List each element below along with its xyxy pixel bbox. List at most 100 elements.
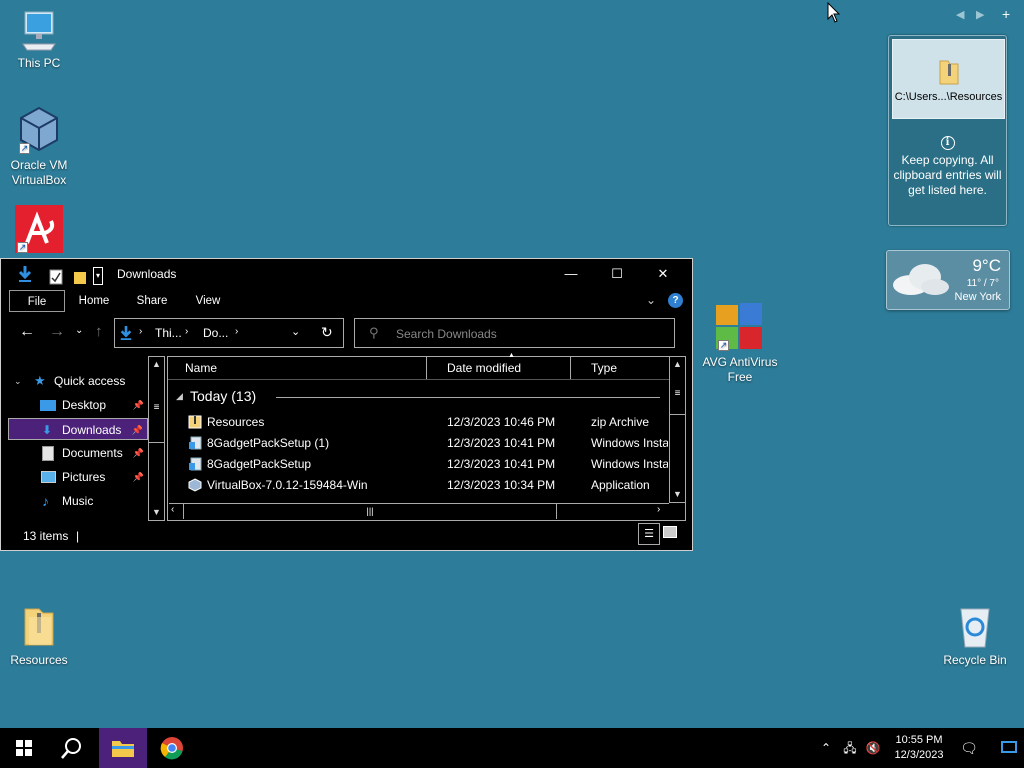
- avira-icon: ↗: [15, 205, 63, 253]
- mouse-cursor-icon: [827, 2, 841, 23]
- breadcrumb-downloads[interactable]: Do...: [203, 326, 228, 340]
- file-row[interactable]: VirtualBox-7.0.12-159484-Win 12/3/2023 1…: [168, 475, 668, 496]
- nav-scrollbar[interactable]: ▲ ≡ ▼: [148, 356, 165, 521]
- title-bar[interactable]: ▾ Downloads — ☐ ✕: [1, 259, 692, 289]
- help-icon[interactable]: ?: [668, 293, 683, 308]
- back-arrow-icon[interactable]: ←: [19, 323, 35, 341]
- nav-downloads[interactable]: ⬇ Downloads 📌: [8, 418, 148, 440]
- customize-quick-access-icon[interactable]: ▾: [93, 267, 103, 285]
- tab-file[interactable]: File: [9, 290, 65, 312]
- nav-music[interactable]: ♪ Music: [8, 490, 148, 512]
- zip-folder-icon: [939, 60, 958, 85]
- desktop-icon-this-pc[interactable]: This PC: [0, 10, 78, 71]
- nav-quick-access[interactable]: ⌄ ★ Quick access: [8, 370, 148, 392]
- details-view-icon[interactable]: ☰: [638, 523, 660, 545]
- breadcrumb-separator-icon: ›: [235, 326, 239, 337]
- downloads-arrow-icon: ⬇: [42, 423, 53, 437]
- downloads-arrow-icon: [18, 266, 32, 282]
- navigation-bar: ← → ⌄ ↑ › Thi... › Do... › ⌄ ↻ ⚲ Search …: [1, 317, 692, 351]
- desktop-icon-recycle-bin[interactable]: Recycle Bin: [936, 603, 1014, 668]
- collapse-group-icon: ◢: [176, 391, 183, 401]
- nav-desktop[interactable]: Desktop 📌: [8, 394, 148, 416]
- desktop-icon-label: AVG AntiVirus Free: [702, 355, 778, 384]
- up-arrow-icon[interactable]: ↑: [95, 323, 103, 340]
- weather-gadget[interactable]: 9°C 11° / 7° New York: [886, 250, 1010, 310]
- scroll-thumb[interactable]: |||: [183, 504, 557, 519]
- file-name: VirtualBox-7.0.12-159484-Win: [207, 478, 368, 492]
- scroll-thumb[interactable]: ≡: [670, 373, 685, 415]
- scroll-up-icon[interactable]: ▲: [149, 357, 164, 372]
- scroll-down-icon[interactable]: ▼: [670, 487, 685, 502]
- tab-share[interactable]: Share: [129, 290, 175, 312]
- taskbar-chrome[interactable]: [148, 728, 196, 768]
- desktop-icon-label: Oracle VM VirtualBox: [10, 158, 68, 187]
- notifications-icon[interactable]: 🗨: [956, 728, 982, 768]
- desktop-icon-virtualbox[interactable]: ↗ Oracle VM VirtualBox: [0, 106, 78, 188]
- forward-arrow-icon[interactable]: →: [49, 323, 65, 341]
- gadget-add-icon[interactable]: +: [1002, 6, 1010, 22]
- nav-documents[interactable]: Documents 📌: [8, 442, 148, 464]
- gadget-prev-icon[interactable]: ◀: [956, 8, 964, 21]
- scroll-right-icon[interactable]: ›: [657, 504, 660, 515]
- column-header-name[interactable]: Name: [168, 357, 427, 379]
- horizontal-scrollbar[interactable]: ‹ ||| ›: [169, 503, 669, 519]
- address-dropdown-icon[interactable]: ⌄: [291, 325, 300, 338]
- refresh-icon[interactable]: ↻: [321, 324, 333, 341]
- clock-time: 10:55 PM: [895, 734, 943, 746]
- downloads-arrow-icon: [120, 326, 132, 340]
- clipboard-note: i Keep copying. All clipboard entries wi…: [889, 136, 1006, 198]
- column-header-date[interactable]: Date modified: [441, 357, 571, 379]
- maximize-button[interactable]: ☐: [594, 259, 640, 289]
- breadcrumb-separator-icon: ›: [139, 326, 143, 337]
- explorer-window: ▾ Downloads — ☐ ✕ File Home Share View ⌄…: [0, 258, 693, 551]
- file-list-scrollbar[interactable]: ▲ ≡ ▼: [669, 356, 686, 503]
- breadcrumb-this-pc[interactable]: Thi...: [155, 326, 182, 340]
- weather-city: New York: [954, 291, 1001, 303]
- volume-muted-icon[interactable]: 🔇: [862, 728, 884, 768]
- desktop-icon-avg[interactable]: ↗ AVG AntiVirus Free: [701, 303, 779, 385]
- file-row[interactable]: 8GadgetPackSetup (1) 12/3/2023 10:41 PM …: [168, 433, 668, 454]
- zip-folder-icon: [19, 603, 59, 649]
- file-type: Application: [591, 478, 650, 492]
- new-folder-icon[interactable]: [73, 268, 87, 286]
- address-bar[interactable]: › Thi... › Do... › ⌄ ↻: [114, 318, 344, 348]
- properties-icon[interactable]: [49, 268, 63, 286]
- scroll-up-icon[interactable]: ▲: [670, 357, 685, 372]
- scroll-thumb[interactable]: ≡: [149, 373, 164, 443]
- start-button[interactable]: [0, 728, 48, 768]
- file-list: Name Date modified ▲ Type ◢ Today (13) R…: [167, 352, 686, 521]
- scroll-left-icon[interactable]: ‹: [171, 504, 174, 515]
- file-row[interactable]: Resources 12/3/2023 10:46 PM zip Archive: [168, 412, 668, 433]
- desktop-icon-resources[interactable]: Resources: [0, 603, 78, 668]
- large-icons-view-icon[interactable]: [663, 526, 677, 538]
- recent-locations-icon[interactable]: ⌄: [75, 325, 83, 336]
- file-row[interactable]: 8GadgetPackSetup 12/3/2023 10:41 PM Wind…: [168, 454, 668, 475]
- document-icon: [42, 446, 54, 461]
- expand-ribbon-icon[interactable]: ⌄: [646, 293, 656, 307]
- folder-icon: [112, 741, 134, 757]
- nav-pictures[interactable]: Pictures 📌: [8, 466, 148, 488]
- tab-view[interactable]: View: [185, 290, 231, 312]
- file-date: 12/3/2023 10:46 PM: [447, 415, 556, 429]
- column-header-type[interactable]: Type: [585, 357, 670, 379]
- avg-icon: ↗: [716, 303, 764, 351]
- show-hidden-icons[interactable]: ⌃: [815, 728, 837, 768]
- close-button[interactable]: ✕: [640, 259, 686, 289]
- network-icon[interactable]: 🖧: [840, 728, 860, 768]
- clipboard-entry[interactable]: C:\Users...\Resources: [892, 39, 1005, 119]
- installer-icon: [189, 436, 202, 450]
- desktop-icon-avira[interactable]: ↗: [0, 205, 78, 257]
- gadget-next-icon[interactable]: ▶: [976, 8, 984, 21]
- minimize-button[interactable]: —: [548, 259, 594, 289]
- show-desktop-icon[interactable]: [998, 728, 1020, 768]
- pin-icon: 📌: [132, 472, 144, 482]
- tab-home[interactable]: Home: [71, 290, 117, 312]
- clock[interactable]: 10:55 PM 12/3/2023: [886, 728, 952, 768]
- taskbar-file-explorer[interactable]: [99, 728, 147, 768]
- scroll-down-icon[interactable]: ▼: [149, 505, 164, 520]
- search-button[interactable]: [48, 728, 96, 768]
- search-box[interactable]: ⚲ Search Downloads: [354, 318, 675, 348]
- group-header[interactable]: ◢ Today (13): [176, 388, 666, 406]
- status-divider: |: [76, 529, 80, 543]
- search-icon: [61, 738, 81, 759]
